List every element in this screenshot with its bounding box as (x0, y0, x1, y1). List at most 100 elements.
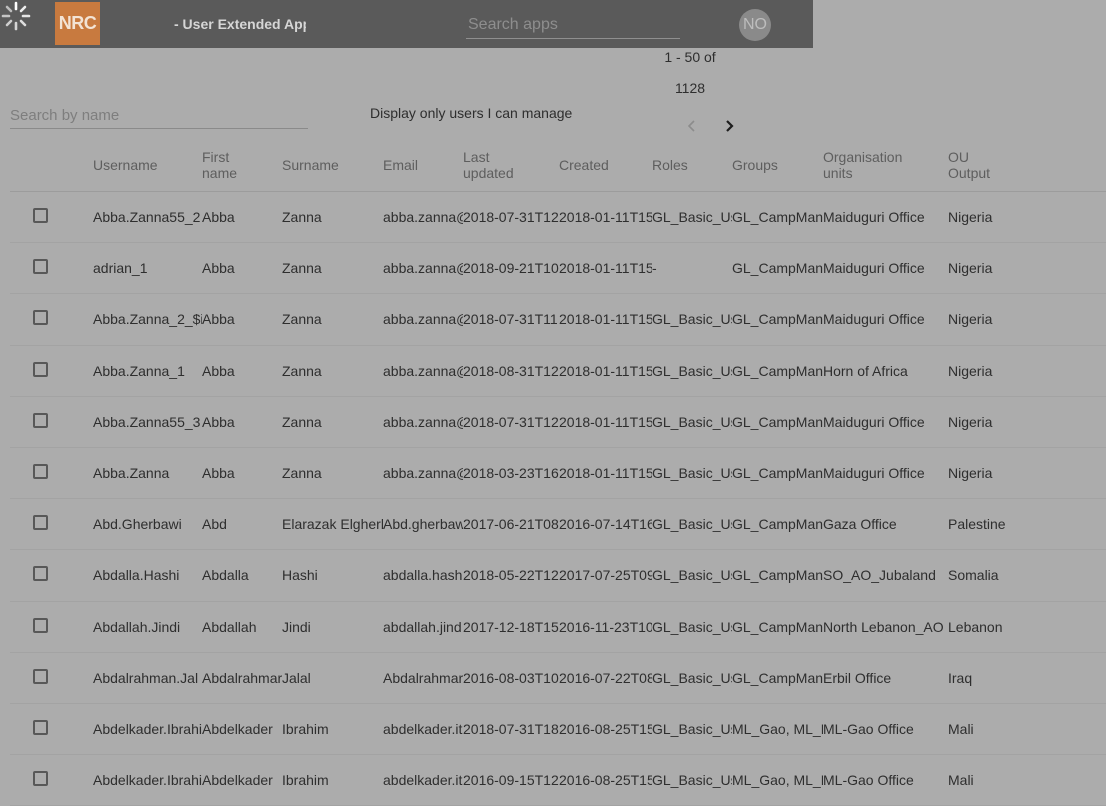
cell-groups: GL_CampMan (732, 209, 823, 225)
cell-roles: GL_Basic_Us (652, 669, 732, 686)
cell-created: 2018-01-11T15 (559, 209, 652, 225)
users-table: Username First name Surname Email Last u… (10, 140, 1106, 806)
cell-ou-output: Iraq (948, 669, 973, 686)
cell-surname: Ibrahim (282, 720, 329, 737)
table-header: Username First name Surname Email Last u… (10, 140, 1106, 192)
chevron-right-icon[interactable] (722, 116, 738, 136)
table-row[interactable]: Abdallah.Jindi Abdallah Jindi abdallah.jind… (10, 602, 1106, 653)
row-select-checkbox[interactable] (33, 771, 48, 787)
row-select-checkbox[interactable] (33, 515, 48, 531)
column-header-created[interactable]: Created (559, 157, 652, 173)
table-row[interactable]: Abba.Zanna55_2 Abba Zanna abba.zanna@ 2018-0… (10, 192, 1106, 244)
row-select-checkbox[interactable] (33, 617, 48, 633)
cell-username: adrian_1 (93, 260, 148, 277)
column-header-ou-output[interactable]: OU Output (948, 149, 1008, 181)
column-header-roles[interactable]: Roles (652, 157, 732, 173)
header-bar: NRC - User Extended App NO (0, 0, 813, 48)
cell-last-updated: 2018-07-31T18 (463, 720, 559, 737)
cell-last-updated: 2018-03-23T16 (463, 464, 559, 481)
cell-last-updated: 2017-12-18T15 (463, 618, 559, 635)
search-apps-input[interactable] (466, 12, 680, 39)
cell-first-name: Abba (202, 311, 235, 328)
column-header-username[interactable]: Username (93, 157, 202, 173)
cell-email: abba.zanna@ (383, 260, 463, 277)
row-select-checkbox[interactable] (33, 668, 48, 684)
row-select-checkbox[interactable] (33, 566, 48, 582)
column-header-organisation-units[interactable]: Organisation units (823, 149, 913, 181)
table-row[interactable]: Abba.Zanna Abba Zanna abba.zanna@ 2018-03-23… (10, 448, 1106, 500)
table-row[interactable]: adrian_1 Abba Zanna abba.zanna@ 2018-09-21T1… (10, 243, 1106, 295)
cell-first-name: Abdalla (202, 567, 249, 584)
table-row[interactable]: Abdalla.Hashi Abdalla Hashi abdalla.hash 201… (10, 550, 1106, 602)
cell-first-name: Abba (202, 260, 235, 277)
cell-created: 2018-01-11T15 (559, 413, 652, 430)
chevron-left-icon[interactable] (684, 116, 700, 136)
row-select-checkbox[interactable] (33, 208, 48, 223)
cell-ou-output: Somalia (948, 567, 999, 584)
cell-ou-output: Nigeria (948, 464, 993, 481)
cell-ou-output: Nigeria (948, 260, 993, 277)
cell-created: 2016-08-25T15 (559, 772, 652, 789)
cell-roles: GL_Basic_Us (652, 311, 732, 328)
cell-last-updated: 2018-07-31T12 (463, 209, 559, 225)
cell-groups: GL_CampMan (732, 260, 823, 277)
row-select-checkbox[interactable] (33, 719, 48, 735)
table-row[interactable]: Abdelkader.Ibrahi Abdelkader Ibrahim abdelk… (10, 704, 1106, 756)
row-select-checkbox[interactable] (33, 412, 48, 428)
cell-created: 2018-01-11T15 (559, 362, 652, 379)
cell-surname: Zanna (282, 311, 322, 328)
app-title: - User Extended App (174, 16, 306, 32)
column-header-email[interactable]: Email (383, 157, 463, 173)
cell-email: abba.zanna@ (383, 362, 463, 379)
row-select-checkbox[interactable] (33, 310, 48, 326)
column-header-groups[interactable]: Groups (732, 157, 823, 173)
cell-username: Abba.Zanna (93, 464, 170, 481)
display-manageable-users-toggle[interactable]: Display only users I can manage (370, 105, 572, 121)
row-select-checkbox[interactable] (33, 259, 48, 275)
table-row[interactable]: Abba.Zanna_1 Abba Zanna abba.zanna@ 2018-08-… (10, 346, 1106, 397)
table-row[interactable]: Abdelkader.Ibrahi Abdelkader Ibrahim abdelk… (10, 755, 1106, 806)
cell-last-updated: 2018-07-31T12 (463, 413, 559, 430)
loading-spinner-icon (1, 1, 31, 31)
cell-first-name: Abdelkader (202, 772, 273, 789)
table-row[interactable]: Abba.Zanna_2_$i Abba Zanna abba.zanna@ 2018-… (10, 294, 1106, 346)
table-row[interactable]: Abd.Gherbawi Abd Elarazak Elgherb Abd.gherb… (10, 499, 1106, 551)
cell-first-name: Abba (202, 413, 235, 430)
cell-surname: Zanna (282, 464, 322, 481)
search-by-name-input[interactable] (10, 102, 308, 129)
cell-groups: GL_CampMan (732, 669, 823, 686)
cell-username: Abba.Zanna_1 (93, 362, 185, 379)
cell-first-name: Abba (202, 362, 235, 379)
cell-ou-output: Nigeria (948, 209, 993, 225)
cell-organisation-unit: Maiduguri Office (823, 209, 925, 225)
cell-organisation-unit: Erbil Office (823, 669, 892, 686)
table-row[interactable]: Abdalrahman.Jal Abdalrahmar Jalal Abdalrahm… (10, 653, 1106, 704)
row-select-checkbox[interactable] (33, 463, 48, 479)
cell-surname: Zanna (282, 260, 322, 277)
cell-username: Abdelkader.Ibrahi (93, 720, 202, 737)
cell-email: abdelkader.it (383, 772, 463, 789)
row-select-checkbox[interactable] (33, 361, 48, 377)
cell-email: Abdalrahmar (383, 669, 463, 686)
table-row[interactable]: Abba.Zanna55_3 Abba Zanna abba.zanna@ 2018-0… (10, 397, 1106, 448)
cell-groups: GL_CampMan (732, 567, 823, 584)
cell-roles: GL_Basic_Us (652, 567, 732, 584)
cell-created: 2016-08-25T15 (559, 720, 652, 737)
column-header-last-updated[interactable]: Last updated (463, 149, 523, 181)
nrc-logo[interactable]: NRC (55, 2, 100, 45)
pagination-range-text: 1 - 50 of (664, 49, 716, 65)
cell-organisation-unit: ML-Gao Office (823, 772, 914, 789)
cell-created: 2016-11-23T10 (559, 618, 652, 635)
cell-username: Abdelkader.Ibrahi (93, 772, 202, 789)
cell-email: abba.zanna@ (383, 413, 463, 430)
column-header-first-name[interactable]: First name (202, 149, 262, 181)
cell-first-name: Abdalrahmar (202, 669, 282, 686)
cell-groups: ML_Gao, ML_L (732, 772, 823, 789)
user-avatar[interactable]: NO (739, 9, 771, 41)
column-header-surname[interactable]: Surname (282, 157, 383, 173)
cell-surname: Zanna (282, 362, 322, 379)
cell-first-name: Abd (202, 516, 227, 533)
cell-surname: Zanna (282, 413, 322, 430)
cell-roles: GL_Basic_Us (652, 209, 732, 225)
cell-username: Abdallah.Jindi (93, 618, 181, 635)
